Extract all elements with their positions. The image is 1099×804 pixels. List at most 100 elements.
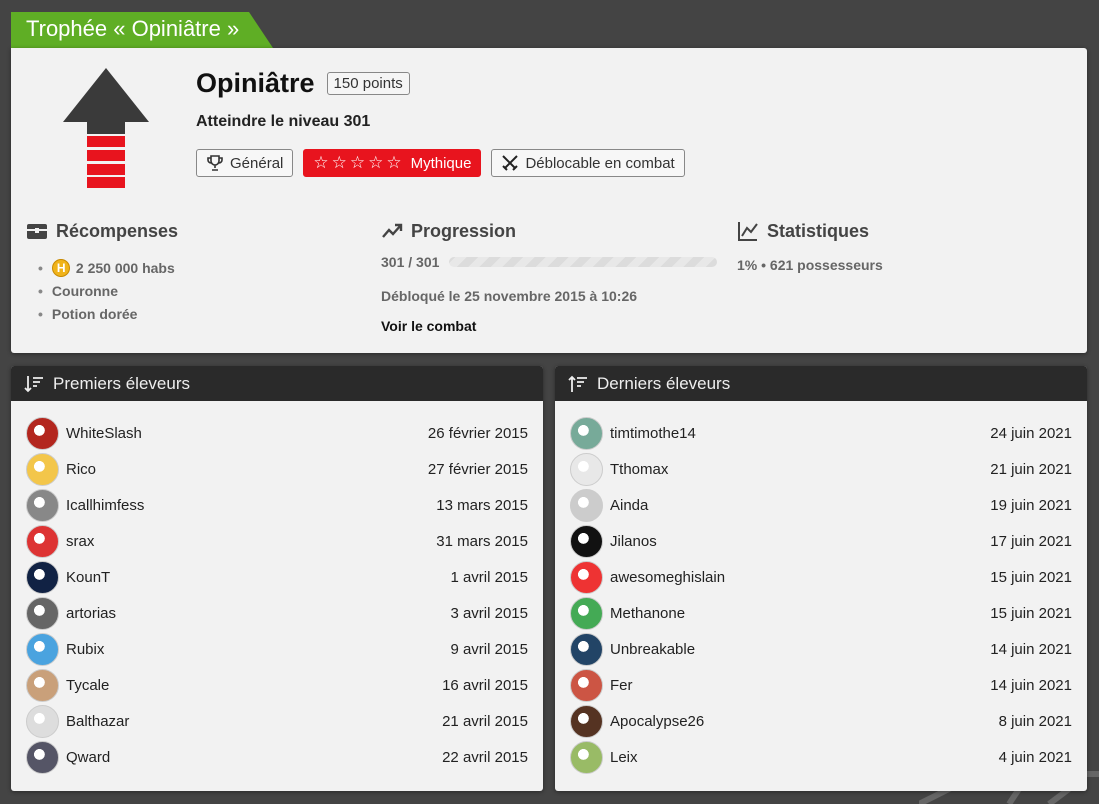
first-breeders-header: Premiers éleveurs <box>11 366 543 401</box>
avatar[interactable] <box>26 416 59 450</box>
last-breeders-title: Derniers éleveurs <box>597 373 731 393</box>
breeder-row: KounT 1 avril 2015 <box>11 559 543 595</box>
breeder-date: 1 avril 2015 <box>450 568 528 586</box>
last-breeders-header: Derniers éleveurs <box>555 366 1087 401</box>
habs-coin-icon <box>51 258 70 277</box>
breeder-row: timtimothe14 24 juin 2021 <box>555 415 1087 451</box>
avatar[interactable] <box>26 488 59 522</box>
avatar[interactable] <box>26 524 59 558</box>
category-tag: Général <box>196 149 294 177</box>
breeder-row: artorias 3 avril 2015 <box>11 595 543 631</box>
avatar[interactable] <box>26 704 59 738</box>
breeder-row: Methanone 15 juin 2021 <box>555 595 1087 631</box>
breeder-date: 19 juin 2021 <box>990 496 1072 514</box>
avatar[interactable] <box>570 704 603 738</box>
reward-item: Potion dorée <box>38 302 178 325</box>
breeder-name[interactable]: Tycale <box>66 677 442 694</box>
trophy-cup-icon <box>207 155 223 171</box>
rarity-stars-icon: ☆☆☆☆☆ <box>313 153 405 172</box>
breeder-row: Icallhimfess 13 mars 2015 <box>11 487 543 523</box>
view-combat-link[interactable]: Voir le combat <box>381 318 717 334</box>
statistics-section: Statistiques 1% • 621 possesseurs <box>737 220 883 274</box>
avatar[interactable] <box>26 740 59 774</box>
avatar[interactable] <box>570 632 603 666</box>
breeder-date: 15 juin 2021 <box>990 604 1072 622</box>
progression-title: Progression <box>411 220 517 241</box>
progression-value: 301 / 301 <box>381 254 440 270</box>
rarity-label: Mythique <box>410 154 472 172</box>
sort-ascending-icon <box>24 375 43 392</box>
breeder-name[interactable]: Apocalypse26 <box>610 713 999 730</box>
avatar[interactable] <box>26 632 59 666</box>
breeder-date: 21 juin 2021 <box>990 460 1072 478</box>
breeder-date: 21 avril 2015 <box>442 712 528 730</box>
breeder-date: 16 avril 2015 <box>442 676 528 694</box>
breeder-date: 27 février 2015 <box>427 460 528 478</box>
breeder-name[interactable]: Tthomax <box>610 461 990 478</box>
breeder-name[interactable]: srax <box>66 533 436 550</box>
progress-bar-fill <box>449 257 717 267</box>
avatar[interactable] <box>570 668 603 702</box>
statistics-title: Statistiques <box>767 220 870 241</box>
breeder-name[interactable]: Rubix <box>66 641 450 658</box>
avatar[interactable] <box>570 488 603 522</box>
breeder-name[interactable]: Methanone <box>610 605 990 622</box>
breeder-name[interactable]: Qward <box>66 749 442 766</box>
trophy-card: Opiniâtre 150 points Atteindre le niveau… <box>11 48 1087 353</box>
breeder-name[interactable]: Ainda <box>610 497 990 514</box>
reward-item: Couronne <box>38 279 178 302</box>
breeder-name[interactable]: Icallhimfess <box>66 497 436 514</box>
avatar[interactable] <box>26 452 59 486</box>
first-breeders-panel: Premiers éleveurs WhiteSlash 26 février 2… <box>11 366 543 791</box>
breeder-row: Unbreakable 14 juin 2021 <box>555 631 1087 667</box>
avatar[interactable] <box>26 596 59 630</box>
breeder-date: 22 avril 2015 <box>442 748 528 766</box>
breeder-row: WhiteSlash 26 février 2015 <box>11 415 543 451</box>
breeder-date: 26 février 2015 <box>427 424 528 442</box>
breeder-date: 17 juin 2021 <box>990 532 1072 550</box>
first-breeders-list: WhiteSlash 26 février 2015 Rico 27 février … <box>11 401 543 775</box>
breeder-name[interactable]: WhiteSlash <box>66 425 428 442</box>
breeder-name[interactable]: awesomeghislain <box>610 569 990 586</box>
statistics-line: 1% • 621 possesseurs <box>737 257 883 273</box>
breeder-name[interactable]: Rico <box>66 461 428 478</box>
trophy-description: Atteindre le niveau 301 <box>196 113 371 130</box>
breeder-name[interactable]: Balthazar <box>66 713 442 730</box>
avatar[interactable] <box>570 524 603 558</box>
rarity-tag: ☆☆☆☆☆ Mythique <box>303 149 482 177</box>
points-badge: 150 points <box>326 72 410 95</box>
breeder-date: 31 mars 2015 <box>436 532 528 550</box>
breeder-date: 9 avril 2015 <box>450 640 528 658</box>
breeder-row: awesomeghislain 15 juin 2021 <box>555 559 1087 595</box>
breeder-row: Apocalypse26 8 juin 2021 <box>555 703 1087 739</box>
breeder-row: Balthazar 21 avril 2015 <box>11 703 543 739</box>
avatar[interactable] <box>570 560 603 594</box>
unlock-date: Débloqué le 25 novembre 2015 à 10:26 <box>381 288 638 304</box>
breeder-date: 14 juin 2021 <box>990 676 1072 694</box>
page-title: Trophée « Opiniâtre » <box>11 12 273 48</box>
breeder-date: 3 avril 2015 <box>450 604 528 622</box>
breeder-row: Leix 4 juin 2021 <box>555 739 1087 775</box>
avatar[interactable] <box>570 740 603 774</box>
breeder-name[interactable]: Jilanos <box>610 533 990 550</box>
avatar[interactable] <box>26 560 59 594</box>
last-breeders-panel: Derniers éleveurs timtimothe14 24 juin 20… <box>555 366 1087 791</box>
breeder-row: Tthomax 21 juin 2021 <box>555 451 1087 487</box>
last-breeders-list: timtimothe14 24 juin 2021 Tthomax 21 juin 2… <box>555 401 1087 775</box>
breeder-date: 4 juin 2021 <box>998 748 1072 766</box>
breeder-name[interactable]: KounT <box>66 569 450 586</box>
breeder-row: Rubix 9 avril 2015 <box>11 631 543 667</box>
avatar[interactable] <box>570 596 603 630</box>
breeder-row: Qward 22 avril 2015 <box>11 739 543 775</box>
progress-bar <box>449 257 717 267</box>
avatar[interactable] <box>570 452 603 486</box>
breeder-date: 8 juin 2021 <box>998 712 1072 730</box>
breeder-name[interactable]: timtimothe14 <box>610 425 990 442</box>
breeder-name[interactable]: artorias <box>66 605 450 622</box>
avatar[interactable] <box>570 416 603 450</box>
avatar[interactable] <box>26 668 59 702</box>
breeder-name[interactable]: Fer <box>610 677 990 694</box>
breeder-row: srax 31 mars 2015 <box>11 523 543 559</box>
breeder-name[interactable]: Leix <box>610 749 999 766</box>
breeder-name[interactable]: Unbreakable <box>610 641 990 658</box>
